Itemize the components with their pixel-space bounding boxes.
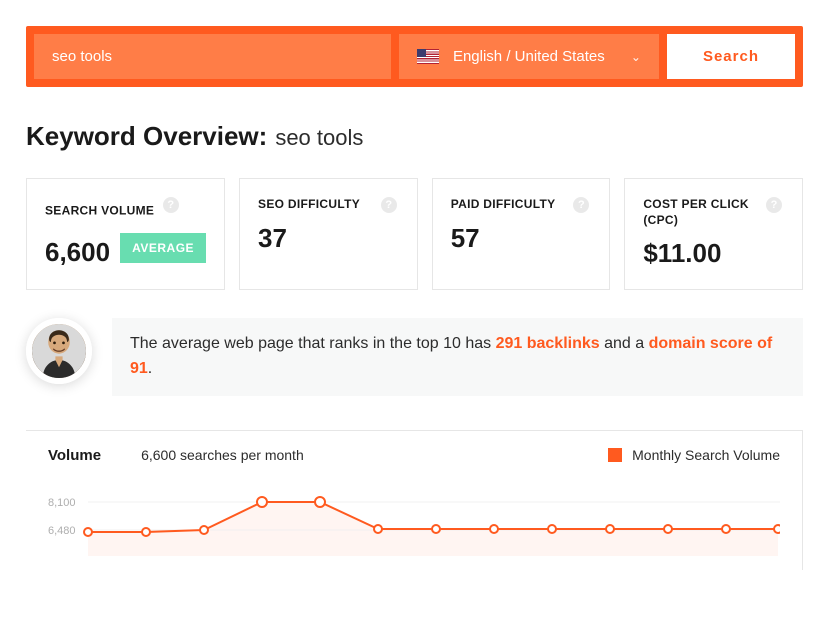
insight-text: The average web page that ranks in the t… xyxy=(112,318,803,396)
legend-label: Monthly Search Volume xyxy=(632,447,780,463)
card-value: $11.00 xyxy=(643,238,784,269)
search-bar: English / United States ⌄ Search xyxy=(26,26,803,87)
card-value: 57 xyxy=(451,223,592,254)
search-button[interactable]: Search xyxy=(667,34,795,79)
chart-legend: Monthly Search Volume xyxy=(608,447,780,463)
card-label: COST PER CLICK (CPC) xyxy=(643,197,784,228)
insight-mid: and a xyxy=(600,335,649,352)
card-search-volume: SEARCH VOLUME ? 6,600 AVERAGE xyxy=(26,178,225,290)
chart-subtitle: 6,600 searches per month xyxy=(141,447,304,463)
language-select[interactable]: English / United States ⌄ xyxy=(399,34,659,79)
insight-pre: The average web page that ranks in the t… xyxy=(130,335,496,352)
chart-title: Volume xyxy=(48,447,101,464)
avatar xyxy=(26,318,92,384)
keyword-input[interactable] xyxy=(34,34,391,79)
help-icon[interactable]: ? xyxy=(163,197,179,213)
card-value: 6,600 xyxy=(45,237,110,268)
y-tick-1: 6,480 xyxy=(48,525,76,537)
help-icon[interactable]: ? xyxy=(381,197,397,213)
page-title: Keyword Overview: seo tools xyxy=(26,121,803,152)
us-flag-icon xyxy=(417,49,439,64)
y-tick-0: 8,100 xyxy=(48,497,76,509)
chevron-down-icon: ⌄ xyxy=(631,50,641,64)
card-value: 37 xyxy=(258,223,399,254)
legend-swatch-icon xyxy=(608,448,622,462)
card-label: SEO DIFFICULTY xyxy=(258,197,399,213)
card-seo-difficulty: SEO DIFFICULTY ? 37 xyxy=(239,178,418,290)
language-label: English / United States xyxy=(453,48,605,65)
insight-post: . xyxy=(148,360,152,377)
volume-chart: Volume 6,600 searches per month Monthly … xyxy=(26,430,803,570)
volume-badge: AVERAGE xyxy=(120,233,206,263)
help-icon[interactable]: ? xyxy=(766,197,782,213)
card-paid-difficulty: PAID DIFFICULTY ? 57 xyxy=(432,178,611,290)
card-cpc: COST PER CLICK (CPC) ? $11.00 xyxy=(624,178,803,290)
title-prefix: Keyword Overview: xyxy=(26,121,267,152)
metric-cards: SEARCH VOLUME ? 6,600 AVERAGE SEO DIFFIC… xyxy=(26,178,803,290)
card-label: PAID DIFFICULTY xyxy=(451,197,592,213)
chart-svg: 8,100 6,480 xyxy=(48,484,780,556)
card-label: SEARCH VOLUME xyxy=(45,203,154,217)
insight-backlinks: 291 backlinks xyxy=(496,335,600,352)
insight-row: The average web page that ranks in the t… xyxy=(26,318,803,396)
title-keyword: seo tools xyxy=(275,125,363,151)
